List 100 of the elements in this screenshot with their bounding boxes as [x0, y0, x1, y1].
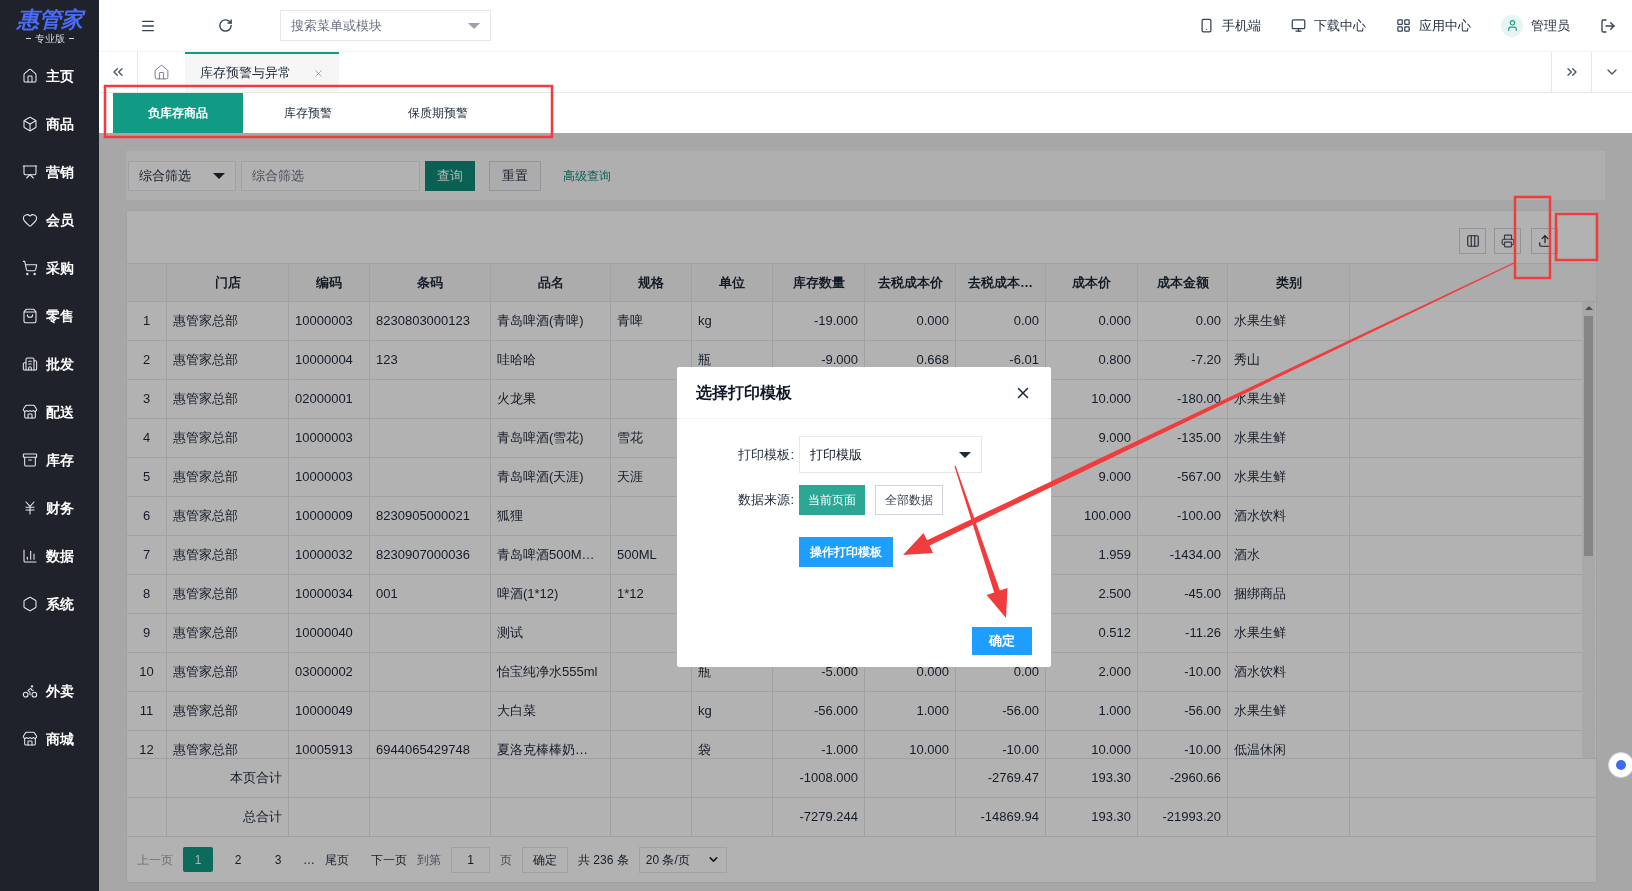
page-size-select[interactable]: 20 条/页 [638, 846, 727, 873]
caret-icon [468, 22, 480, 29]
header-link[interactable]: 手机端 [1199, 15, 1261, 36]
table-cell-text: 酒水饮料 [1234, 663, 1286, 682]
sidebar-item[interactable]: 库存 [0, 436, 99, 484]
field-label: 打印模板: [737, 445, 795, 464]
scrollbar[interactable] [1582, 302, 1595, 758]
bike-icon [22, 683, 38, 699]
filter-button[interactable]: 查询 [425, 160, 475, 191]
table-cell-text: 0.000 [916, 663, 949, 682]
page-tab[interactable]: 库存预警与异常 [185, 52, 339, 92]
header-link[interactable]: 应用中心 [1396, 15, 1471, 36]
sidebar-item[interactable]: 采购 [0, 244, 99, 292]
row-number: 2 [142, 351, 151, 370]
sidebar-item[interactable]: 批发 [0, 340, 99, 388]
table-cell-text: 500ML [617, 546, 657, 565]
table-cell-text: 9.000 [1098, 429, 1131, 448]
sidebar-item[interactable]: 商城 [0, 715, 99, 763]
filter-select[interactable]: 综合筛选 [128, 160, 236, 191]
source-option[interactable]: 全部数据 [875, 485, 943, 515]
table-cell-text: 惠管家总部 [173, 741, 238, 758]
table-cell-text: 10.000 [1091, 390, 1131, 409]
table-cell-text: 0.00 [1013, 312, 1039, 331]
table-cell-text: 1.000 [1098, 702, 1131, 721]
goto-confirm-button[interactable]: 确定 [522, 846, 568, 873]
advanced-search-link[interactable]: 高级查询 [563, 166, 611, 185]
sidebar-item[interactable]: 系统 [0, 580, 99, 628]
print-button[interactable] [1494, 228, 1521, 254]
table-cell-text: 10.000 [909, 741, 949, 758]
table-cell-text: 8230907000036 [376, 546, 470, 565]
column-header: 编码 [316, 273, 342, 292]
sidebar-item[interactable]: 配送 [0, 388, 99, 436]
row-number: 8 [142, 585, 151, 604]
table-cell-text: 惠管家总部 [173, 429, 238, 448]
summary-cell-text: -2769.47 [987, 769, 1039, 788]
table-cell-text: kg [698, 702, 712, 721]
sidebar-item[interactable]: 外卖 [0, 667, 99, 715]
last-page-link[interactable]: 尾页 [325, 850, 349, 869]
home-icon [22, 68, 38, 84]
template-select[interactable]: 打印模版 [799, 436, 982, 473]
column-header: 规格 [638, 273, 664, 292]
table-cell-text: 0.512 [1098, 624, 1131, 643]
page-link[interactable]: 2 [223, 847, 253, 872]
sidebar-item[interactable]: 财务 [0, 484, 99, 532]
bag-icon [22, 308, 38, 324]
page-unit: 页 [500, 851, 512, 869]
highlight-frame [1554, 212, 1599, 262]
sidebar-item[interactable]: 营销 [0, 148, 99, 196]
column-header: 品名 [537, 273, 564, 292]
page-link[interactable]: 3 [263, 847, 293, 872]
table-cell-text: 1.000 [916, 702, 949, 721]
header-link[interactable]: 管理员 [1501, 14, 1570, 37]
table-cell-text: 10000040 [295, 624, 353, 643]
logout-icon[interactable] [1600, 17, 1616, 34]
caret-icon [213, 172, 225, 179]
sidebar-item[interactable]: 主页 [0, 52, 99, 100]
table-cell-text: -10.00 [1002, 741, 1039, 758]
building-icon [22, 356, 38, 372]
filter-button[interactable]: 重置 [489, 160, 541, 191]
sub-tab[interactable]: 保质期预警 [373, 93, 503, 133]
table-cell-text: 大白菜 [497, 702, 536, 721]
summary-cell-text: -7279.244 [799, 808, 858, 827]
table-cell-text: 惠管家总部 [173, 663, 238, 682]
apps-icon [1396, 18, 1411, 33]
table-cell-text: 2.000 [1098, 663, 1131, 682]
table-cell-text: 天涯 [617, 468, 643, 487]
search-field[interactable]: 搜索菜单或模块 [280, 10, 491, 41]
header-link[interactable]: 下载中心 [1291, 15, 1366, 36]
table-cell-text: 怡宝纯净水555ml [497, 663, 598, 682]
sidebar-item[interactable]: 商品 [0, 100, 99, 148]
sub-tab[interactable]: 库存预警 [243, 93, 373, 133]
dialog-title: 选择打印模板 [696, 382, 792, 403]
table-cell-text: -56.00 [1184, 702, 1221, 721]
table-cell-text: 123 [376, 351, 398, 370]
table-cell-text: -10.00 [1184, 663, 1221, 682]
sidebar-item[interactable]: 会员 [0, 196, 99, 244]
export-button[interactable] [1531, 228, 1558, 254]
table-cell-text: 0.000 [916, 312, 949, 331]
sidebar-item[interactable]: 数据 [0, 532, 99, 580]
table-cell-text: 水果生鲜 [1234, 624, 1286, 643]
table-cell-text: 惠管家总部 [173, 702, 238, 721]
column-header: 单位 [719, 273, 745, 292]
table-cell-text: -100.00 [1176, 507, 1221, 526]
summary-label: 总合计 [243, 808, 282, 827]
table-cell-text: -180.00 [1176, 390, 1221, 409]
goto-page-input[interactable]: 1 [451, 846, 490, 873]
print-icon [1500, 234, 1515, 248]
refresh-icon[interactable] [218, 18, 233, 33]
search-input[interactable]: 搜索菜单或模块 [291, 15, 451, 36]
table-cell-text: 酒水饮料 [1234, 507, 1286, 526]
summary-cell-text: -14869.94 [980, 808, 1039, 827]
summary-cell-text: -1008.000 [799, 769, 858, 788]
next-page-link[interactable]: 下一页 [371, 850, 407, 869]
table-cell-text: 水果生鲜 [1234, 429, 1286, 448]
columns-button[interactable] [1459, 228, 1486, 254]
chart-board-icon [22, 164, 38, 180]
sidebar-item[interactable]: 零售 [0, 292, 99, 340]
filter-input[interactable]: 综合筛选 [241, 160, 420, 191]
table-cell-text: 10000003 [295, 468, 353, 487]
phone-icon [1199, 18, 1214, 33]
